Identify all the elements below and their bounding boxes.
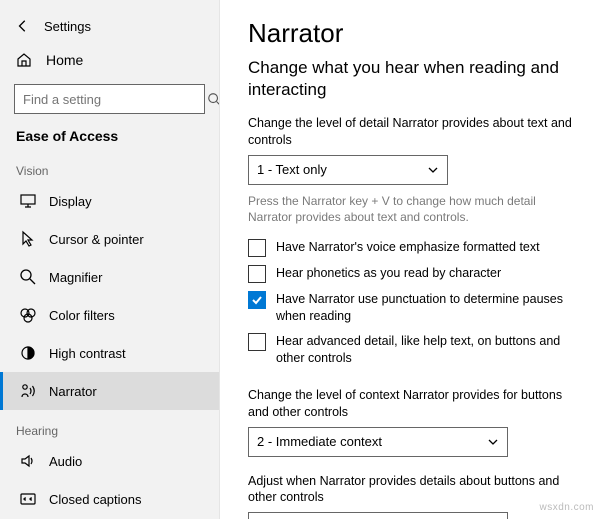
magnifier-icon <box>19 268 37 286</box>
page-title: Narrator <box>248 18 576 49</box>
checkbox-advanced-detail[interactable]: Hear advanced detail, like help text, on… <box>248 333 576 367</box>
sidebar-item-color-filters[interactable]: Color filters <box>0 296 219 334</box>
checkbox-label: Hear phonetics as you read by character <box>276 265 501 282</box>
home-icon <box>16 52 32 68</box>
back-button[interactable]: Settings <box>0 10 219 42</box>
sidebar-item-label: Color filters <box>49 308 115 323</box>
search-input-wrap[interactable] <box>14 84 205 114</box>
sidebar-item-label: Magnifier <box>49 270 102 285</box>
closed-captions-icon <box>19 490 37 508</box>
cursor-icon <box>19 230 37 248</box>
dropdown-value: 2 - Immediate context <box>257 434 382 449</box>
search-icon <box>207 92 220 106</box>
checkbox-label: Hear advanced detail, like help text, on… <box>276 333 576 367</box>
app-title: Settings <box>44 19 91 34</box>
checkbox-icon <box>248 333 266 351</box>
sidebar-item-label: High contrast <box>49 346 126 361</box>
page-subtitle: Change what you hear when reading and in… <box>248 57 576 101</box>
sidebar-item-high-contrast[interactable]: High contrast <box>0 334 219 372</box>
context-level-dropdown[interactable]: 2 - Immediate context <box>248 427 508 457</box>
sidebar-item-label: Narrator <box>49 384 97 399</box>
checkbox-icon <box>248 291 266 309</box>
search-input[interactable] <box>15 85 207 113</box>
high-contrast-icon <box>19 344 37 362</box>
back-arrow-icon <box>16 19 30 33</box>
main-content: Narrator Change what you hear when readi… <box>220 0 600 519</box>
group-hearing-label: Hearing <box>0 410 219 442</box>
when-details-label: Adjust when Narrator provides details ab… <box>248 473 576 507</box>
sidebar-item-cursor[interactable]: Cursor & pointer <box>0 220 219 258</box>
sidebar-item-label: Cursor & pointer <box>49 232 144 247</box>
sidebar-item-narrator[interactable]: Narrator <box>0 372 219 410</box>
checkbox-emphasize-formatted[interactable]: Have Narrator's voice emphasize formatte… <box>248 239 576 257</box>
checkbox-punctuation-pauses[interactable]: Have Narrator use punctuation to determi… <box>248 291 576 325</box>
checkbox-icon <box>248 239 266 257</box>
checkbox-icon <box>248 265 266 283</box>
context-level-label: Change the level of context Narrator pro… <box>248 387 576 421</box>
dropdown-value: 1 - Text only <box>257 162 327 177</box>
sidebar-item-label: Closed captions <box>49 492 142 507</box>
detail-level-label: Change the level of detail Narrator prov… <box>248 115 576 149</box>
watermark: wsxdn.com <box>539 502 594 513</box>
chevron-down-icon <box>427 164 439 176</box>
when-details-dropdown[interactable]: Before controls <box>248 512 508 519</box>
home-label: Home <box>46 52 83 68</box>
sidebar-item-display[interactable]: Display <box>0 182 219 220</box>
group-vision-label: Vision <box>0 150 219 182</box>
sidebar-item-magnifier[interactable]: Magnifier <box>0 258 219 296</box>
narrator-icon <box>19 382 37 400</box>
chevron-down-icon <box>487 436 499 448</box>
audio-icon <box>19 452 37 470</box>
sidebar-item-label: Audio <box>49 454 82 469</box>
sidebar-item-closed-captions[interactable]: Closed captions <box>0 480 219 518</box>
sidebar-item-audio[interactable]: Audio <box>0 442 219 480</box>
checkbox-label: Have Narrator's voice emphasize formatte… <box>276 239 540 256</box>
display-icon <box>19 192 37 210</box>
home-button[interactable]: Home <box>0 42 219 78</box>
detail-level-hint: Press the Narrator key + V to change how… <box>248 193 576 225</box>
checkbox-label: Have Narrator use punctuation to determi… <box>276 291 576 325</box>
color-filters-icon <box>19 306 37 324</box>
section-title: Ease of Access <box>0 124 219 150</box>
detail-level-dropdown[interactable]: 1 - Text only <box>248 155 448 185</box>
sidebar-item-label: Display <box>49 194 92 209</box>
sidebar: Settings Home Ease of Access Vision Disp… <box>0 0 220 519</box>
checkbox-phonetics[interactable]: Hear phonetics as you read by character <box>248 265 576 283</box>
